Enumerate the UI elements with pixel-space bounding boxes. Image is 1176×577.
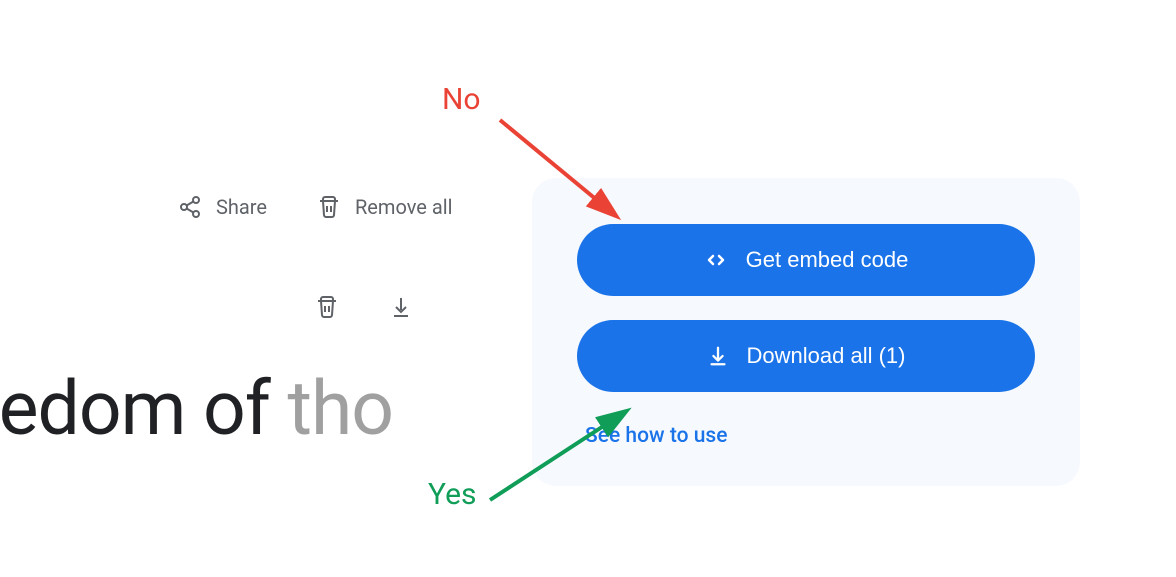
item-trash-icon[interactable]	[315, 295, 339, 319]
share-icon	[178, 195, 202, 219]
toolbar: Share Remove all	[178, 195, 452, 219]
item-download-icon[interactable]	[389, 295, 413, 319]
code-icon	[704, 248, 728, 272]
annotation-no: No	[442, 82, 481, 117]
get-embed-code-button[interactable]: Get embed code	[577, 224, 1035, 296]
embed-label: Get embed code	[746, 247, 909, 273]
see-how-to-use-link[interactable]: See how to use	[577, 424, 1035, 448]
download-icon	[707, 345, 729, 367]
download-label: Download all (1)	[747, 343, 906, 369]
remove-all-label: Remove all	[355, 195, 452, 219]
item-action-row	[315, 295, 413, 319]
download-all-button[interactable]: Download all (1)	[577, 320, 1035, 392]
share-button[interactable]: Share	[178, 195, 267, 219]
action-panel: Get embed code Download all (1) See how …	[532, 178, 1080, 486]
display-main: eedom of	[0, 365, 287, 453]
share-label: Share	[216, 195, 267, 219]
annotation-yes: Yes	[428, 477, 476, 512]
remove-all-button[interactable]: Remove all	[317, 195, 452, 219]
display-fade: tho	[287, 365, 393, 453]
trash-icon	[317, 195, 341, 219]
display-text: eedom of tho	[0, 365, 393, 453]
